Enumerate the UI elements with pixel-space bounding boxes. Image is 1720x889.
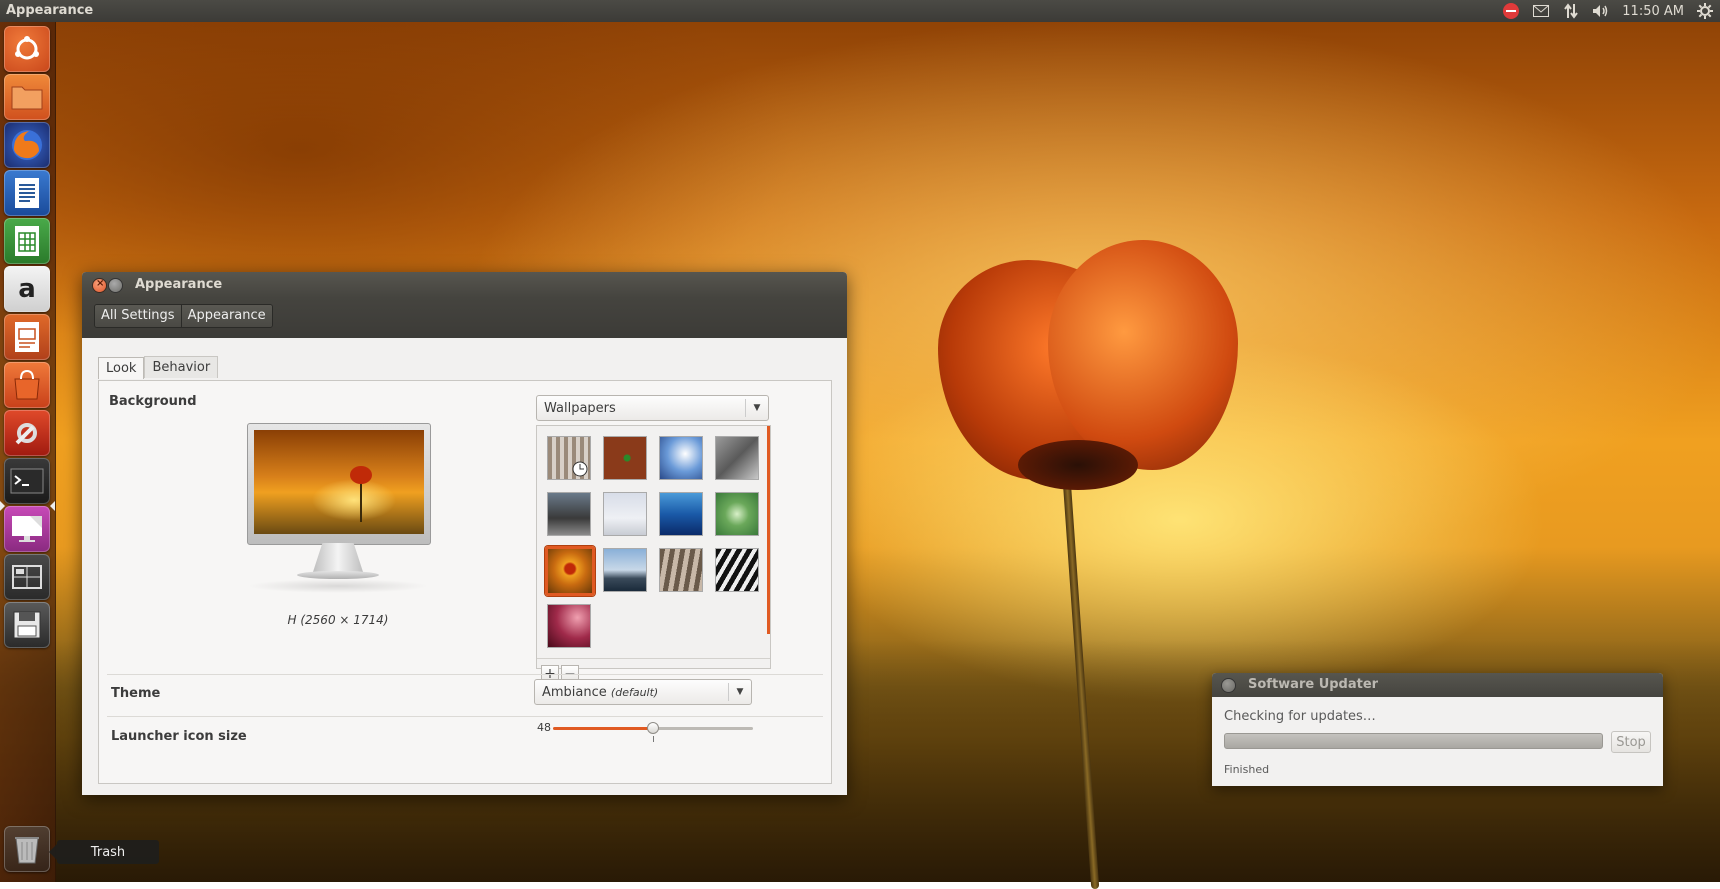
theme-dropdown[interactable]: Ambiance (default) ▼ [534,679,752,705]
wallpaper-thumb-5[interactable] [547,492,591,536]
wallpaper-scrollbar[interactable] [767,426,770,634]
slider-fill [553,727,653,730]
trash-tooltip: Trash [49,840,159,864]
system-settings-icon[interactable] [4,410,50,456]
calc-icon[interactable] [4,218,50,264]
launcher-icon-size-value: 48 [537,721,551,734]
section-separator [107,716,823,717]
breadcrumb-all-settings[interactable]: All Settings [95,305,181,327]
wallpaper-grid: + − [536,425,771,683]
updater-status: Finished [1224,763,1270,776]
window-title: Appearance [135,277,223,292]
wallpaper-thumb-2[interactable] [603,436,647,480]
section-separator [107,674,823,675]
appearance-icon[interactable] [4,506,50,552]
monitor-base [297,571,379,579]
window-minimize-button[interactable] [109,279,122,292]
tab-look[interactable]: Look [98,357,145,379]
launcher-focus-indicator [50,501,55,511]
wallpaper-source-value: Wallpapers [544,400,616,416]
breadcrumb-appearance[interactable]: Appearance [180,305,272,327]
gear-icon[interactable] [1696,2,1714,20]
preview-poppy [350,466,372,484]
monitor-shadow [247,579,429,593]
wallpaper-poppy [938,240,1238,490]
theme-label: Theme [111,686,161,701]
launcher-icon-size-label: Launcher icon size [111,729,247,744]
wallpaper-thumb-3[interactable] [659,436,703,480]
theme-value: Ambiance [542,684,607,700]
ubuntu-dash-icon[interactable] [4,26,50,72]
indicator-area: 11:50 AM [1502,0,1714,22]
terminal-icon[interactable] [4,458,50,504]
tab-bar: Look Behavior [98,356,219,379]
updater-progress-bar [1224,733,1603,749]
close-icon: × [96,278,105,289]
slider-handle[interactable] [647,722,659,734]
tab-behavior[interactable]: Behavior [144,356,219,378]
poppy-base [1018,440,1138,490]
wallpaper-thumb-12[interactable] [715,548,759,592]
chevron-down-icon: ▼ [745,399,768,417]
no-entry-icon[interactable] [1502,2,1520,20]
trash-icon[interactable] [4,826,50,872]
theme-default-suffix: (default) [610,685,659,699]
impress-icon[interactable] [4,314,50,360]
wallpaper-thumb-10[interactable] [603,548,647,592]
workspace-switcher-icon[interactable] [4,554,50,600]
floppy-save-icon[interactable] [4,602,50,648]
background-preview-monitor [247,423,431,545]
active-app-title: Appearance [6,3,94,18]
slider-tick-mark [653,736,654,742]
wallpaper-thumb-9-selected[interactable] [545,546,595,596]
volume-icon[interactable] [1592,2,1610,20]
updater-message: Checking for updates… [1224,709,1376,724]
launcher-icon-size-slider[interactable] [553,722,753,742]
appearance-window: × Appearance All Settings Appearance Loo… [82,272,847,795]
software-updater-window: Software Updater Checking for updates… S… [1212,673,1663,786]
updater-title: Software Updater [1248,677,1379,692]
stop-button[interactable]: Stop [1611,731,1651,753]
updater-titlebar[interactable]: Software Updater [1212,673,1663,697]
files-icon[interactable] [4,74,50,120]
wallpaper-thumb-7[interactable] [659,492,703,536]
wallpaper-thumb-6[interactable] [603,492,647,536]
window-toolbar: All Settings Appearance [82,298,847,338]
top-panel: Appearance 11:50 AM [0,0,1720,22]
look-panel: Background H (2560 × 1714) Wallpapers ▼ [98,380,832,784]
background-label: Background [109,394,197,409]
slideshow-clock-icon [572,461,588,477]
window-content: Look Behavior Background H (2560 × 1714)… [82,338,847,795]
window-titlebar[interactable]: × Appearance [82,272,847,298]
software-center-icon[interactable] [4,362,50,408]
launcher: a [0,22,56,882]
window-close-button[interactable]: × [93,278,106,292]
preview-poppy-stem [360,482,362,522]
slider-track [653,727,753,730]
mail-icon[interactable] [1532,2,1550,20]
firefox-icon[interactable] [4,122,50,168]
updater-close-button[interactable] [1222,679,1235,692]
wallpaper-thumb-13[interactable] [547,604,591,648]
writer-icon[interactable] [4,170,50,216]
background-preview [254,430,424,534]
network-icon[interactable] [1562,2,1580,20]
breadcrumb: All Settings Appearance [94,304,273,328]
wallpaper-source-dropdown[interactable]: Wallpapers ▼ [536,395,769,421]
clock[interactable]: 11:50 AM [1622,4,1684,19]
wallpaper-thumb-11[interactable] [659,548,703,592]
amazon-icon[interactable]: a [4,266,50,312]
wallpaper-thumb-8[interactable] [715,492,759,536]
wallpaper-thumb-4[interactable] [715,436,759,480]
chevron-down-icon: ▼ [728,683,751,701]
wallpaper-thumb-1[interactable] [547,436,591,480]
wallpaper-resolution-label: H (2560 × 1714) [287,613,389,627]
